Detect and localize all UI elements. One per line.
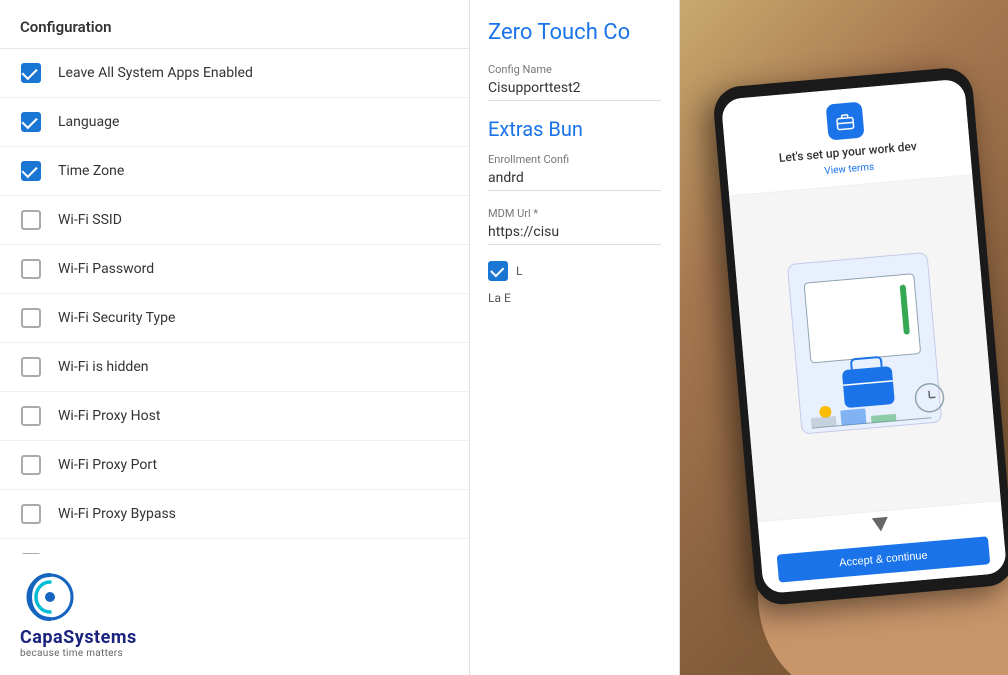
phone-back-triangle-icon[interactable] xyxy=(872,516,889,531)
checkbox-unchecked-icon xyxy=(21,504,41,524)
capasystems-logo-icon xyxy=(20,570,80,625)
left-panel: Configuration Leave All System Apps Enab… xyxy=(0,0,470,675)
config-label-language: Language xyxy=(58,114,119,130)
checkbox-wifi-security[interactable] xyxy=(20,307,42,329)
enrollment-value: andrd xyxy=(488,170,661,191)
logo-tagline: because time matters xyxy=(20,648,123,659)
checkbox-wifi-password[interactable] xyxy=(20,258,42,280)
accept-continue-button[interactable]: Accept & continue xyxy=(777,536,991,582)
logo-area: CapaSystems because time matters xyxy=(0,554,469,675)
checkbox-wifi-ssid[interactable] xyxy=(20,209,42,231)
config-item-wifi-proxy-port[interactable]: Wi-Fi Proxy Port xyxy=(0,441,469,490)
config-item-wifi-ssid[interactable]: Wi-Fi SSID xyxy=(0,196,469,245)
lang-extra-group: La E xyxy=(488,291,661,305)
config-name-label: Config Name xyxy=(488,63,661,76)
enrollment-group: Enrollment Confi andrd xyxy=(488,153,661,191)
right-panel: Zero Touch Co Config Name Cisupporttest2… xyxy=(470,0,1008,675)
config-item-wifi-pac-url[interactable]: Wi-Fi (PAC) URL xyxy=(0,539,469,554)
checkbox-checked-icon xyxy=(21,112,41,132)
phone-illustration xyxy=(729,174,1001,520)
config-header: Configuration xyxy=(0,0,469,49)
checkbox-unchecked-icon xyxy=(21,259,41,279)
phone-device: Let's set up your work dev View terms xyxy=(712,65,1008,606)
checkbox-wifi-proxy-port[interactable] xyxy=(20,454,42,476)
phone-title-text: Let's set up your work dev xyxy=(778,138,917,166)
config-item-leave-all[interactable]: Leave All System Apps Enabled xyxy=(0,49,469,98)
checkbox-unchecked-icon xyxy=(21,308,41,328)
zt-title: Zero Touch Co xyxy=(488,20,661,45)
config-label-wifi-security: Wi-Fi Security Type xyxy=(58,310,175,326)
checkbox-wifi-proxy-host[interactable] xyxy=(20,405,42,427)
lang-key: La xyxy=(488,291,501,305)
checkbox-leave-all[interactable] xyxy=(20,62,42,84)
config-label-wifi-proxy-host: Wi-Fi Proxy Host xyxy=(58,408,160,424)
config-item-wifi-hidden[interactable]: Wi-Fi is hidden xyxy=(0,343,469,392)
config-label-wifi-ssid: Wi-Fi SSID xyxy=(58,212,122,228)
config-label-wifi-proxy-bypass: Wi-Fi Proxy Bypass xyxy=(58,506,176,522)
lang-value: E xyxy=(504,291,511,305)
checkbox-checked-icon xyxy=(21,161,41,181)
config-label-timezone: Time Zone xyxy=(58,163,124,179)
phone-area: Let's set up your work dev View terms xyxy=(680,0,1008,675)
config-item-wifi-password[interactable]: Wi-Fi Password xyxy=(0,245,469,294)
phone-view-terms[interactable]: View terms xyxy=(824,161,875,176)
zt-form: Zero Touch Co Config Name Cisupporttest2… xyxy=(470,0,680,675)
checkbox-timezone[interactable] xyxy=(20,160,42,182)
config-name-value: Cisupporttest2 xyxy=(488,80,661,101)
checkbox-unchecked-icon xyxy=(21,357,41,377)
form-checkbox-row[interactable]: L xyxy=(488,261,661,281)
checkbox-unchecked-icon xyxy=(21,406,41,426)
phone-screen: Let's set up your work dev View terms xyxy=(721,78,1007,593)
work-briefcase-icon xyxy=(826,101,865,140)
config-item-timezone[interactable]: Time Zone xyxy=(0,147,469,196)
form-check-blue-icon xyxy=(488,261,508,281)
checkbox-unchecked-icon xyxy=(21,210,41,230)
mdm-url-group: MDM Url * https://cisu xyxy=(488,207,661,245)
checkbox-wifi-hidden[interactable] xyxy=(20,356,42,378)
checkbox-extra-label: L xyxy=(516,264,522,278)
mdm-url-label: MDM Url * xyxy=(488,207,661,220)
logo-name: CapaSystems xyxy=(20,627,137,648)
config-item-language[interactable]: Language xyxy=(0,98,469,147)
config-label-leave-all: Leave All System Apps Enabled xyxy=(58,65,253,81)
config-label-wifi-proxy-port: Wi-Fi Proxy Port xyxy=(58,457,157,473)
config-item-wifi-security[interactable]: Wi-Fi Security Type xyxy=(0,294,469,343)
checkbox-language[interactable] xyxy=(20,111,42,133)
enrollment-label: Enrollment Confi xyxy=(488,153,661,166)
checkbox-unchecked-icon xyxy=(21,455,41,475)
setup-illustration-svg xyxy=(767,240,964,455)
config-label-wifi-hidden: Wi-Fi is hidden xyxy=(58,359,148,375)
config-name-group: Config Name Cisupporttest2 xyxy=(488,63,661,101)
checkbox-checked-icon xyxy=(21,63,41,83)
config-item-wifi-proxy-bypass[interactable]: Wi-Fi Proxy Bypass xyxy=(0,490,469,539)
config-list: Leave All System Apps Enabled Language T… xyxy=(0,49,469,554)
extras-title: Extras Bun xyxy=(488,117,661,141)
checkbox-wifi-proxy-bypass[interactable] xyxy=(20,503,42,525)
config-label-wifi-password: Wi-Fi Password xyxy=(58,261,154,277)
briefcase-svg xyxy=(834,111,855,131)
config-item-wifi-proxy-host[interactable]: Wi-Fi Proxy Host xyxy=(0,392,469,441)
mdm-url-value: https://cisu xyxy=(488,224,661,245)
